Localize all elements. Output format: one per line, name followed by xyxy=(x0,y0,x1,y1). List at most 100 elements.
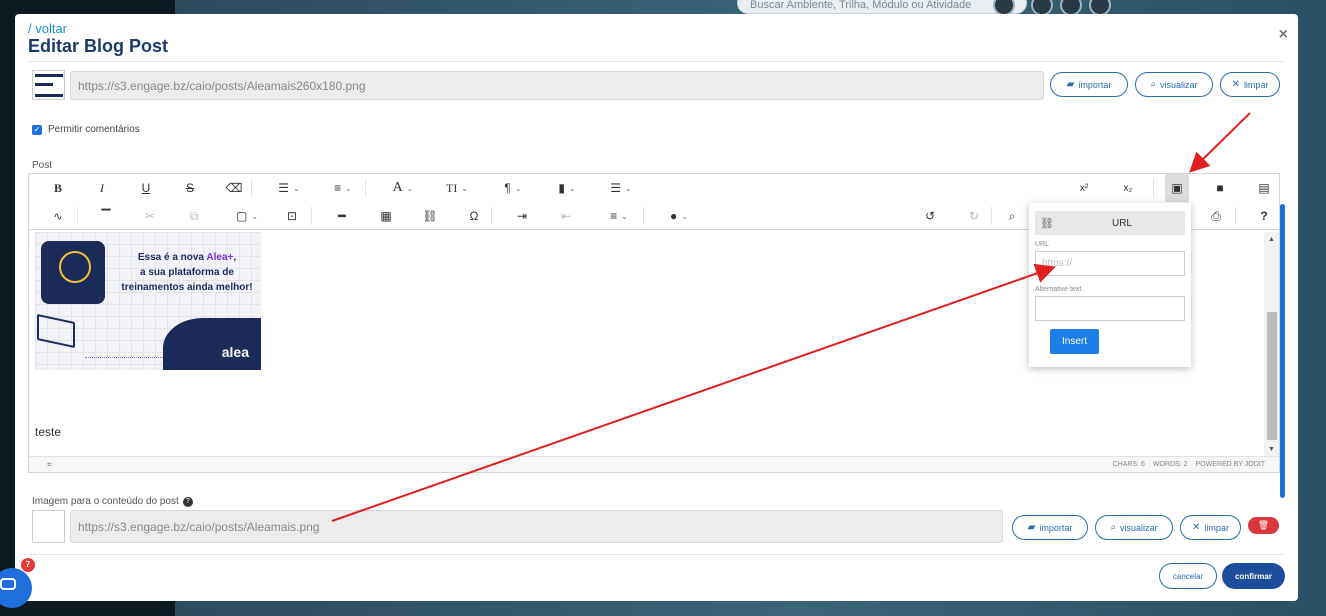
align-icon[interactable]: ≡ ⌄ xyxy=(599,202,639,230)
modal-scrollbar[interactable] xyxy=(1280,204,1285,498)
editor-toolbar-row-1: B I U S ⌫ ☰ ⌄ ≡ ⌄ A ⌄ TI ⌄ ¶ ⌄ ▮ ⌄ ☰ ⌄ x² x₂ ▣ … xyxy=(29,174,1279,202)
toolbar-separator xyxy=(491,207,492,225)
content-image-url-field[interactable]: https://s3.engage.bz/caio/posts/Aleamais… xyxy=(70,510,1003,543)
class-span-button[interactable]: ▮ ⌄ xyxy=(547,174,587,202)
search-icon: ⌕ xyxy=(1110,522,1117,533)
font-size-button[interactable]: TI ⌄ xyxy=(437,174,477,202)
close-icon: ✕ xyxy=(1192,522,1201,533)
line-height-button[interactable]: ☰ ⌄ xyxy=(601,174,641,202)
font-button[interactable]: A ⌄ xyxy=(383,174,423,202)
bold-button[interactable]: B xyxy=(47,174,69,202)
indent-icon[interactable]: ⇥ xyxy=(511,202,533,230)
link-icon: ⛓ xyxy=(1040,217,1054,230)
chars-count: CHARS: 6 xyxy=(1112,461,1145,468)
banner-line2: a sua plataforma de xyxy=(140,267,234,278)
eraser-icon[interactable]: ⌫ xyxy=(223,174,245,202)
paragraph-glyph: ¶ xyxy=(504,181,511,195)
folder-icon: ▰ xyxy=(1066,79,1075,90)
toolbar-separator xyxy=(77,207,78,225)
select-all-icon[interactable]: ⊡ xyxy=(281,202,303,230)
powered-by: POWERED BY JODIT xyxy=(1195,461,1266,468)
superscript-button[interactable]: x² xyxy=(1073,174,1095,202)
content-view-button[interactable]: ⌕ visualizar xyxy=(1095,515,1173,540)
words-count: WORDS: 2 xyxy=(1152,461,1188,468)
resize-icon[interactable]: ⌗ xyxy=(47,460,52,470)
editor-scroll-thumb[interactable] xyxy=(1267,312,1277,440)
thumbnail-url-field[interactable]: https://s3.engage.bz/caio/posts/Aleamais… xyxy=(70,71,1044,100)
toolbar-separator xyxy=(251,179,252,197)
back-link[interactable]: / voltar xyxy=(28,21,67,36)
confirm-button[interactable]: confirmar xyxy=(1222,563,1285,589)
italic-button[interactable]: I xyxy=(91,174,113,202)
insert-button[interactable]: Insert xyxy=(1050,329,1099,354)
trash-icon[interactable]: 🗑 xyxy=(1248,517,1279,534)
paragraph-button[interactable]: ¶ ⌄ xyxy=(493,174,533,202)
outdent-icon[interactable]: ⇤ xyxy=(555,202,577,230)
subscript-button[interactable]: x₂ xyxy=(1117,174,1139,202)
file-icon[interactable]: ▤ xyxy=(1253,174,1275,202)
chat-icon xyxy=(0,578,16,590)
thumbnail-view-button[interactable]: ⌕ visualizar xyxy=(1135,72,1213,97)
cancel-button[interactable]: cancelar xyxy=(1159,563,1217,589)
alt-text-input[interactable] xyxy=(1035,296,1185,321)
unordered-list-button[interactable]: ☰ ⌄ xyxy=(269,174,309,202)
content-image-preview xyxy=(32,510,65,543)
book-illustration xyxy=(37,313,75,349)
editor-status-bar: ⌗ CHARS: 6 WORDS: 2 POWERED BY JODIT xyxy=(29,456,1279,472)
help-icon[interactable]: ? xyxy=(182,496,193,507)
clear-label: limpar xyxy=(1243,79,1269,90)
content-clear-button[interactable]: ✕ limpar xyxy=(1180,515,1241,540)
divider xyxy=(28,61,1285,62)
brush-icon[interactable]: ∿ xyxy=(47,202,69,230)
copy-format-icon[interactable]: ▔ xyxy=(95,202,117,230)
banner-line1-prefix: Essa é a nova xyxy=(137,252,207,263)
copy-icon[interactable]: ⧉ xyxy=(183,202,205,230)
color-drop-icon[interactable]: ● ⌄ xyxy=(659,202,699,230)
symbols-button[interactable]: Ω xyxy=(463,202,485,230)
print-icon[interactable]: ⎙ xyxy=(1205,202,1227,230)
table-icon[interactable]: ▦ xyxy=(375,202,397,230)
font-glyph: A xyxy=(392,180,403,195)
thumbnail-import-button[interactable]: ▰ importar xyxy=(1050,72,1128,97)
horizontal-rule-icon[interactable]: ━ xyxy=(331,202,353,230)
scroll-down-icon[interactable]: ▼ xyxy=(1268,446,1275,453)
clear-label: limpar xyxy=(1204,522,1229,533)
content-import-button[interactable]: ▰ importar xyxy=(1012,515,1088,540)
redo-icon[interactable]: ↻ xyxy=(963,202,985,230)
image-url-input[interactable]: https:// xyxy=(1035,251,1185,276)
close-icon[interactable]: × xyxy=(1279,26,1288,44)
underline-button[interactable]: U xyxy=(135,174,157,202)
alea-banner-image[interactable]: Essa é a nova Alea+, a sua plataforma de… xyxy=(35,232,261,370)
strikethrough-button[interactable]: S xyxy=(179,174,201,202)
image-button[interactable]: ▣ xyxy=(1165,174,1189,202)
ordered-list-button[interactable]: ≡ ⌄ xyxy=(323,174,363,202)
background-search-input[interactable]: Buscar Ambiente, Trilha, Módulo ou Ativi… xyxy=(737,0,1027,14)
editor-scrollbar[interactable]: ▲ ▼ xyxy=(1264,232,1279,458)
banner-text: Essa é a nova Alea+, a sua plataforma de… xyxy=(115,250,259,295)
banner-line3: treinamentos ainda melhor! xyxy=(121,282,253,293)
alt-text-label: Alternative text xyxy=(1035,286,1082,293)
content-image-label-text: Imagem para o conteúdo do post xyxy=(32,496,179,507)
checkbox-check-icon[interactable]: ✓ xyxy=(32,124,42,135)
find-icon[interactable]: ⌕ xyxy=(1001,202,1023,230)
import-label: importar xyxy=(1039,522,1073,533)
url-tab[interactable]: URL xyxy=(1059,218,1185,229)
mascot-badge xyxy=(41,241,105,304)
toolbar-separator xyxy=(365,179,366,197)
help-button[interactable]: ? xyxy=(1253,202,1275,230)
allow-comments-checkbox[interactable]: ✓ Permitir comentários xyxy=(32,124,140,135)
divider xyxy=(28,554,1285,555)
scroll-up-icon[interactable]: ▲ xyxy=(1268,236,1275,243)
folder-icon: ▰ xyxy=(1027,522,1036,533)
dotted-line xyxy=(85,357,163,358)
toolbar-separator xyxy=(991,207,992,225)
cut-icon[interactable]: ✂ xyxy=(139,202,161,230)
content-image-label: Imagem para o conteúdo do post ? xyxy=(32,496,193,507)
thumbnail-clear-button[interactable]: ✕ limpar xyxy=(1220,72,1280,97)
video-icon[interactable]: ■ xyxy=(1209,174,1231,202)
undo-icon[interactable]: ↺ xyxy=(919,202,941,230)
search-icon: ⌕ xyxy=(1150,79,1157,90)
link-icon[interactable]: ⛓ xyxy=(419,202,441,230)
paste-icon[interactable]: ▢ ⌄ xyxy=(227,202,267,230)
banner-line1-highlight: Alea+ xyxy=(206,252,234,263)
